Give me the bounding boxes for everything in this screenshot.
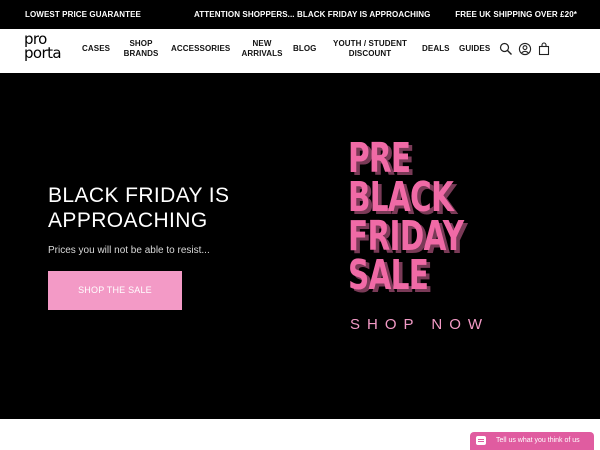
nav-new-arrivals[interactable]: NEW ARRIVALS [239,39,285,59]
user-icon[interactable] [518,42,532,56]
nav-new-arrivals-line-2: ARRIVALS [241,49,283,58]
shop-now-link[interactable]: SHOP NOW [350,316,489,333]
chat-icon [476,436,486,445]
hero-banner: BLACK FRIDAY IS APPROACHING Prices you w… [0,73,600,419]
logo-line-2: porta [24,44,62,62]
promo-word-sale: SALE [348,251,429,299]
nav-youth-line-2: DISCOUNT [348,49,392,58]
nav-shop-brands-line-1: SHOP [129,39,153,48]
nav-cases[interactable]: CASES [82,44,110,54]
nav-shop-brands[interactable]: SHOP BRANDS [120,39,162,59]
nav-shop-brands-line-2: BRANDS [123,49,159,58]
nav-guides[interactable]: GUIDES [459,44,490,54]
announcement-text: ATTENTION SHOPPERS... BLACK FRIDAY IS AP… [194,10,431,19]
nav-deals[interactable]: DEALS [422,44,450,54]
nav-accessories[interactable]: ACCESSORIES [171,44,230,54]
hero-title-line-2: APPROACHING [48,209,208,232]
nav-new-arrivals-line-1: NEW [252,39,272,48]
announcement-bar: LOWEST PRICE GUARANTEE ATTENTION SHOPPER… [0,0,600,29]
feedback-widget-button[interactable]: Tell us what you think of us [470,432,594,450]
nav-youth-student-discount[interactable]: YOUTH / STUDENT DISCOUNT [327,39,413,59]
hero-subtitle: Prices you will not be able to resist... [48,245,210,256]
nav-blog[interactable]: BLOG [293,44,317,54]
shopping-bag-icon[interactable] [537,42,551,56]
price-guarantee-text: LOWEST PRICE GUARANTEE [25,10,141,19]
shipping-text: FREE UK SHIPPING OVER £20* [455,10,577,19]
hero-title-line-1: BLACK FRIDAY IS [48,184,230,207]
main-navigation: pro porta CASES SHOP BRANDS ACCESSORIES … [0,29,600,73]
nav-youth-line-1: YOUTH / STUDENT [333,39,407,48]
hero-title: BLACK FRIDAY IS APPROACHING [48,183,229,233]
shop-the-sale-button[interactable]: SHOP THE SALE [48,271,182,310]
feedback-label: Tell us what you think of us [496,437,580,444]
search-icon[interactable] [499,42,513,56]
site-logo[interactable]: pro porta [24,32,76,66]
pre-black-friday-graphic[interactable]: PRE BLACK FRIDAY SALE [348,138,528,339]
